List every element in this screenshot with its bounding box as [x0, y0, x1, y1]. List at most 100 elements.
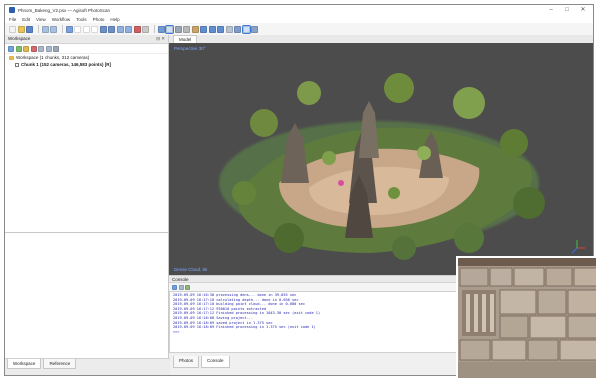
- textured-icon[interactable]: [191, 25, 199, 33]
- workspace-panel: Workspace ⊟ ✕ Workspace (1 chunks, 312 c…: [5, 35, 169, 361]
- options-icon[interactable]: [251, 25, 258, 33]
- mesh-icon[interactable]: [174, 25, 182, 33]
- tree-cluster: [454, 223, 484, 253]
- console-toolbar: [169, 283, 461, 291]
- menu-view[interactable]: View: [36, 17, 46, 22]
- app-icon: [9, 7, 15, 13]
- undo-icon[interactable]: [41, 25, 49, 33]
- dense-cloud-icon[interactable]: [165, 24, 174, 34]
- maximize-button[interactable]: □: [559, 5, 575, 15]
- tree-cluster: [232, 181, 256, 205]
- move-icon[interactable]: [99, 25, 107, 33]
- solid-icon[interactable]: [183, 25, 190, 33]
- tree-cluster: [513, 187, 545, 219]
- dense-cloud-active-icon[interactable]: [241, 24, 251, 34]
- cameras-icon[interactable]: [200, 25, 207, 33]
- zoom-out-icon[interactable]: [125, 25, 132, 33]
- tree-cluster: [453, 87, 485, 119]
- new-icon[interactable]: [9, 25, 16, 33]
- menu-help[interactable]: Help: [110, 17, 119, 22]
- menu-photo[interactable]: Photo: [93, 17, 105, 22]
- chunk-expand-icon[interactable]: [15, 62, 19, 67]
- tab-reference[interactable]: Reference: [43, 359, 77, 369]
- points-icon[interactable]: [157, 25, 165, 33]
- console-tabs: Photos Console: [169, 356, 465, 368]
- regions-icon[interactable]: [217, 25, 224, 33]
- minimize-button[interactable]: –: [543, 5, 559, 15]
- tab-console[interactable]: Console: [201, 356, 230, 368]
- workspace-root-label: Workspace (1 chunks, 312 cameras): [16, 55, 90, 60]
- reset-view-icon[interactable]: [234, 25, 241, 33]
- add-folder-icon[interactable]: [23, 45, 29, 52]
- tree-cluster: [322, 151, 336, 165]
- workspace-tree-root[interactable]: Workspace (1 chunks, 312 cameras): [5, 54, 168, 61]
- workspace-tree-chunk[interactable]: Chunk 1 (152 cameras, 146,583 points) [R…: [5, 61, 168, 68]
- remove-icon[interactable]: [30, 45, 37, 52]
- add-photos-icon[interactable]: [15, 45, 22, 52]
- model-viewport[interactable]: Perspective 30° Dense Cloud, 5k: [169, 43, 593, 275]
- zoom-in-icon[interactable]: [116, 25, 124, 33]
- tree-cluster: [392, 236, 416, 260]
- viewport-status-label: Dense Cloud, 5k: [174, 267, 208, 272]
- menu-tools[interactable]: Tools: [76, 17, 87, 22]
- menu-bar: File Edit View Workflow Tools Photo Help: [5, 15, 593, 23]
- console-title: Console: [169, 275, 461, 283]
- window-controls: – □ ✕: [543, 5, 591, 15]
- redo-icon[interactable]: [50, 25, 57, 33]
- select-icon[interactable]: [65, 25, 73, 33]
- title-bar: Phnom_Bakeng_V2.psx — Agisoft PhotoScan …: [5, 5, 593, 15]
- tree-cluster: [417, 146, 431, 160]
- run-script-icon[interactable]: [185, 284, 190, 290]
- save-log-icon[interactable]: [172, 284, 177, 290]
- tree-cluster: [274, 223, 304, 253]
- chunk-label: Chunk 1 (152 cameras, 146,583 points) [R…: [21, 62, 112, 67]
- open-icon[interactable]: [17, 25, 25, 33]
- person-marker: [338, 180, 344, 186]
- view-mode-label: Perspective 30°: [174, 46, 206, 51]
- panel-divider[interactable]: [5, 232, 168, 233]
- console-prompt: >>>: [173, 329, 180, 334]
- tab-photos[interactable]: Photos: [173, 356, 200, 368]
- toolbar-separator: [61, 25, 63, 33]
- free-select-icon[interactable]: [91, 25, 98, 33]
- workspace-folder-icon: [9, 55, 14, 60]
- console-log[interactable]: 2019-09-09 16:16:38 processing dens... d…: [169, 291, 461, 353]
- tree-cluster: [297, 81, 321, 105]
- workspace-title-text: Workspace: [8, 36, 31, 41]
- save-icon[interactable]: [26, 25, 33, 33]
- tree-cluster: [250, 109, 278, 137]
- tab-workspace[interactable]: Workspace: [7, 359, 42, 369]
- stone-wall-photo: [456, 256, 596, 378]
- menu-workflow[interactable]: Workflow: [52, 17, 70, 22]
- window-title: Phnom_Bakeng_V2.psx — Agisoft PhotoScan: [18, 7, 111, 13]
- tree-cluster: [500, 129, 528, 157]
- axis-z: [571, 247, 578, 254]
- workspace-toolbar: [5, 44, 168, 54]
- stone-wall-image: [458, 258, 596, 378]
- add-chunk-icon[interactable]: [8, 45, 14, 52]
- menu-edit[interactable]: Edit: [22, 17, 30, 22]
- clear-log-icon[interactable]: [178, 284, 184, 290]
- delete-icon[interactable]: [133, 25, 141, 33]
- tab-model[interactable]: Model: [173, 35, 198, 43]
- zoom-icon[interactable]: [38, 45, 44, 52]
- rect-select-icon[interactable]: [74, 25, 81, 33]
- filter-icon[interactable]: [53, 45, 59, 52]
- close-button[interactable]: ✕: [575, 5, 591, 15]
- toolbar-separator: [37, 25, 39, 33]
- crop-icon[interactable]: [142, 25, 149, 33]
- point-cloud-render: [219, 73, 585, 260]
- panel-dock-buttons[interactable]: ⊟ ✕: [156, 35, 165, 43]
- search-icon[interactable]: [45, 45, 52, 52]
- toolbar-separator: [153, 25, 155, 33]
- circle-select-icon[interactable]: [82, 25, 90, 33]
- grid-icon[interactable]: [225, 25, 233, 33]
- rotate-icon[interactable]: [108, 25, 115, 33]
- menu-file[interactable]: File: [9, 17, 16, 22]
- tower-rear: [359, 101, 379, 158]
- tree-cluster: [384, 73, 414, 103]
- workspace-panel-title: Workspace ⊟ ✕: [5, 35, 168, 44]
- workspace-tabs: Workspace Reference: [5, 358, 170, 375]
- tree-cluster: [388, 187, 400, 199]
- markers-icon[interactable]: [208, 25, 216, 33]
